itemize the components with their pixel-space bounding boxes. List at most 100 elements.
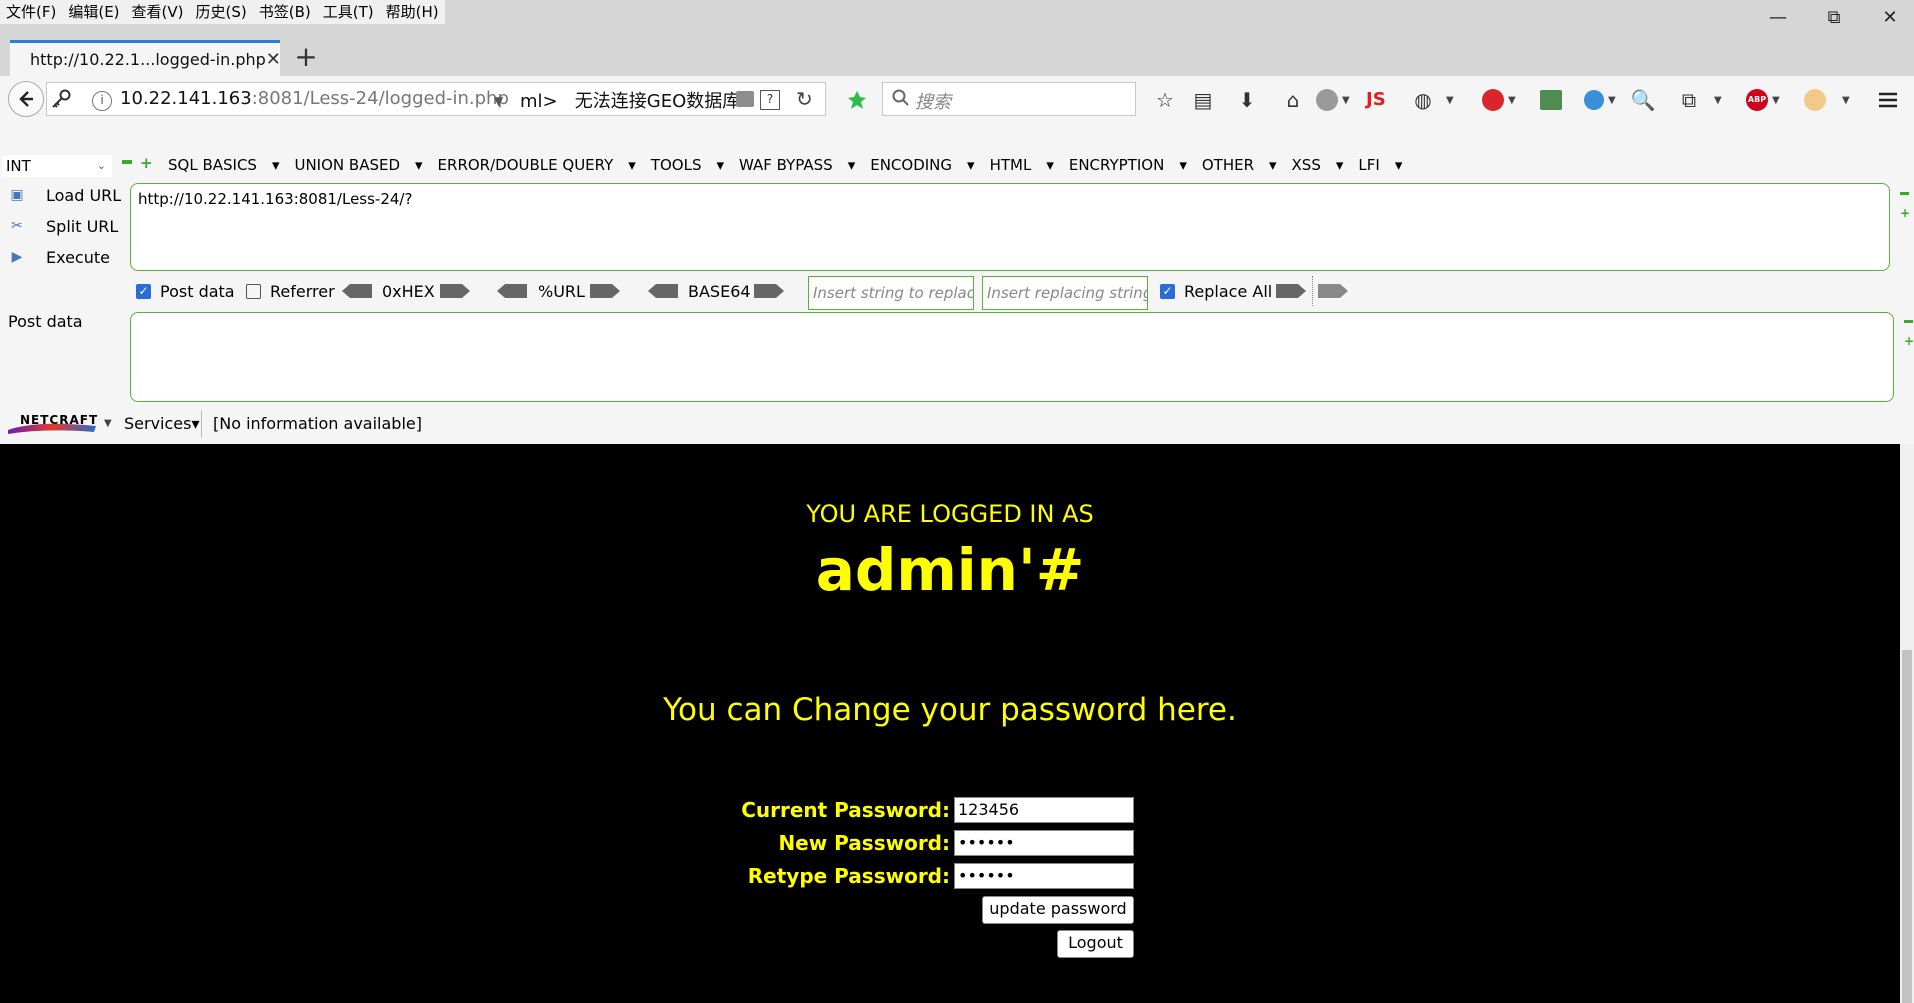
- new-password-label: New Password:: [778, 831, 950, 855]
- replace-arrow-icon[interactable]: [1276, 284, 1306, 298]
- screenshot-icon[interactable]: [1540, 90, 1562, 110]
- split-url-button[interactable]: ✂ Split URL: [6, 217, 118, 236]
- hex-decode-arrow-icon[interactable]: [342, 284, 372, 298]
- load-url-icon: ▣: [10, 186, 24, 203]
- menu-union-based-label: UNION BASED: [294, 156, 401, 174]
- menu-xss-label: XSS: [1291, 156, 1321, 174]
- menu-bookmarks[interactable]: 书签(B): [253, 0, 317, 24]
- globe-icon[interactable]: [1316, 89, 1338, 111]
- hex-label: 0xHEX: [382, 282, 435, 301]
- services-label: Services: [124, 414, 192, 433]
- bookmark-star-icon[interactable]: ☆: [1152, 87, 1178, 113]
- new-password-input[interactable]: ••••••: [954, 830, 1134, 856]
- download-icon[interactable]: ⬇: [1234, 87, 1260, 113]
- mode-select[interactable]: INT ⌄: [2, 155, 112, 177]
- adblock-dropdown-icon[interactable]: ▼: [1772, 95, 1780, 106]
- load-url-label: Load URL: [46, 186, 122, 205]
- menu-sql-basics[interactable]: SQL BASICS ▾: [168, 156, 279, 174]
- url-dropdown-icon[interactable]: ▼: [494, 94, 503, 108]
- divider: [1312, 276, 1314, 306]
- menu-union-based[interactable]: UNION BASED ▾: [294, 156, 422, 174]
- reading-list-icon[interactable]: ▤: [1190, 87, 1216, 113]
- reload-icon[interactable]: ↻: [796, 87, 813, 111]
- menu-encoding[interactable]: ENCODING ▾: [870, 156, 974, 174]
- globe-dropdown-icon[interactable]: ▼: [1342, 95, 1350, 106]
- replace-next-arrow-icon[interactable]: [1318, 284, 1348, 298]
- zoom-icon[interactable]: 🔍: [1630, 87, 1656, 113]
- menu-edit[interactable]: 编辑(E): [62, 0, 125, 24]
- face-dropdown-icon[interactable]: ▼: [1842, 95, 1850, 106]
- load-url-button[interactable]: ▣ Load URL: [6, 186, 121, 205]
- netcraft-logo[interactable]: NETCRAFT: [6, 412, 98, 436]
- menu-history[interactable]: 历史(S): [190, 0, 253, 24]
- window-icon[interactable]: ⧉: [1676, 87, 1702, 113]
- netcraft-info: [No information available]: [213, 414, 422, 433]
- services-menu[interactable]: Services▾: [124, 414, 200, 433]
- menu-file[interactable]: 文件(F): [0, 0, 62, 24]
- current-password-input[interactable]: 123456: [954, 797, 1134, 823]
- menu-waf-bypass[interactable]: WAF BYPASS ▾: [739, 156, 855, 174]
- search-icon: [891, 88, 911, 108]
- world-dropdown-icon[interactable]: ▼: [1608, 95, 1616, 106]
- replace-to-input[interactable]: Insert replacing string: [982, 276, 1148, 310]
- url-textarea[interactable]: http://10.22.141.163:8081/Less-24/?: [130, 183, 1890, 271]
- update-password-button[interactable]: update password: [982, 896, 1134, 924]
- red-addon-dropdown-icon[interactable]: ▼: [1508, 95, 1516, 106]
- home-icon[interactable]: ⌂: [1280, 87, 1306, 113]
- red-addon-icon[interactable]: [1482, 89, 1504, 111]
- scrollbar-thumb[interactable]: [1902, 650, 1912, 1003]
- change-password-text: You can Change your password here.: [663, 692, 1237, 728]
- menu-error-double-query[interactable]: ERROR/DOUBLE QUERY ▾: [438, 156, 636, 174]
- palette-icon[interactable]: ◍: [1410, 87, 1436, 113]
- key-icon[interactable]: [50, 88, 72, 110]
- face-addon-icon[interactable]: [1804, 89, 1826, 111]
- hex-encode-arrow-icon[interactable]: [440, 284, 470, 298]
- url-minus-icon[interactable]: [1900, 192, 1909, 195]
- url-plus-icon[interactable]: +: [1900, 206, 1910, 220]
- back-button[interactable]: [8, 81, 44, 117]
- base64-label: BASE64: [688, 282, 751, 301]
- question-icon[interactable]: ?: [760, 90, 780, 110]
- plus-icon[interactable]: +: [140, 154, 153, 172]
- execute-label: Execute: [46, 248, 110, 267]
- js-icon[interactable]: JS: [1366, 89, 1386, 110]
- url-host: 10.22.141.163: [120, 88, 252, 109]
- url-encode-arrow-icon[interactable]: [590, 284, 620, 298]
- palette-dropdown-icon[interactable]: ▼: [1446, 95, 1454, 106]
- menu-strip: 文件(F) 编辑(E) 查看(V) 历史(S) 书签(B) 工具(T) 帮助(H…: [0, 0, 445, 24]
- replace-all-checkbox[interactable]: ✓ Replace All: [1160, 282, 1272, 301]
- menu-tools[interactable]: TOOLS ▾: [651, 156, 724, 174]
- window-dropdown-icon[interactable]: ▼: [1714, 95, 1722, 106]
- logout-button[interactable]: Logout: [1057, 930, 1134, 958]
- info-icon[interactable]: i: [92, 91, 112, 111]
- url-decode-arrow-icon[interactable]: [497, 284, 527, 298]
- minus-icon[interactable]: [122, 160, 132, 164]
- menu-xss[interactable]: XSS ▾: [1292, 156, 1344, 174]
- menu-lfi[interactable]: LFI ▾: [1358, 156, 1402, 174]
- base64-decode-arrow-icon[interactable]: [648, 284, 678, 298]
- referrer-checkbox[interactable]: Referrer: [246, 282, 335, 301]
- world-icon[interactable]: [1584, 90, 1604, 110]
- tab-close-icon[interactable]: ✕: [266, 49, 281, 70]
- hamburger-menu-icon[interactable]: [1876, 88, 1900, 112]
- post-data-textarea[interactable]: [130, 312, 1894, 402]
- new-tab-button[interactable]: +: [290, 42, 322, 74]
- post-plus-icon[interactable]: +: [1904, 334, 1914, 348]
- post-data-checkbox-label: Post data: [160, 282, 235, 301]
- adblock-icon[interactable]: ABP: [1746, 89, 1768, 111]
- menu-view[interactable]: 查看(V): [126, 0, 190, 24]
- menu-help[interactable]: 帮助(H): [380, 0, 445, 24]
- post-data-checkbox[interactable]: ✓ Post data: [136, 282, 235, 301]
- netcraft-dropdown-icon[interactable]: ▼: [104, 418, 112, 429]
- green-star-icon[interactable]: [846, 89, 868, 111]
- menu-other[interactable]: OTHER ▾: [1202, 156, 1277, 174]
- menu-encryption[interactable]: ENCRYPTION ▾: [1069, 156, 1187, 174]
- execute-button[interactable]: ▶ Execute: [6, 248, 110, 267]
- tab-logged-in[interactable]: http://10.22.1...logged-in.php ✕: [10, 40, 281, 76]
- post-minus-icon[interactable]: [1904, 320, 1913, 323]
- menu-html[interactable]: HTML ▾: [990, 156, 1054, 174]
- replace-from-input[interactable]: Insert string to replace: [808, 276, 974, 310]
- base64-encode-arrow-icon[interactable]: [754, 284, 784, 298]
- retype-password-input[interactable]: ••••••: [954, 863, 1134, 889]
- menu-tools[interactable]: 工具(T): [317, 0, 380, 24]
